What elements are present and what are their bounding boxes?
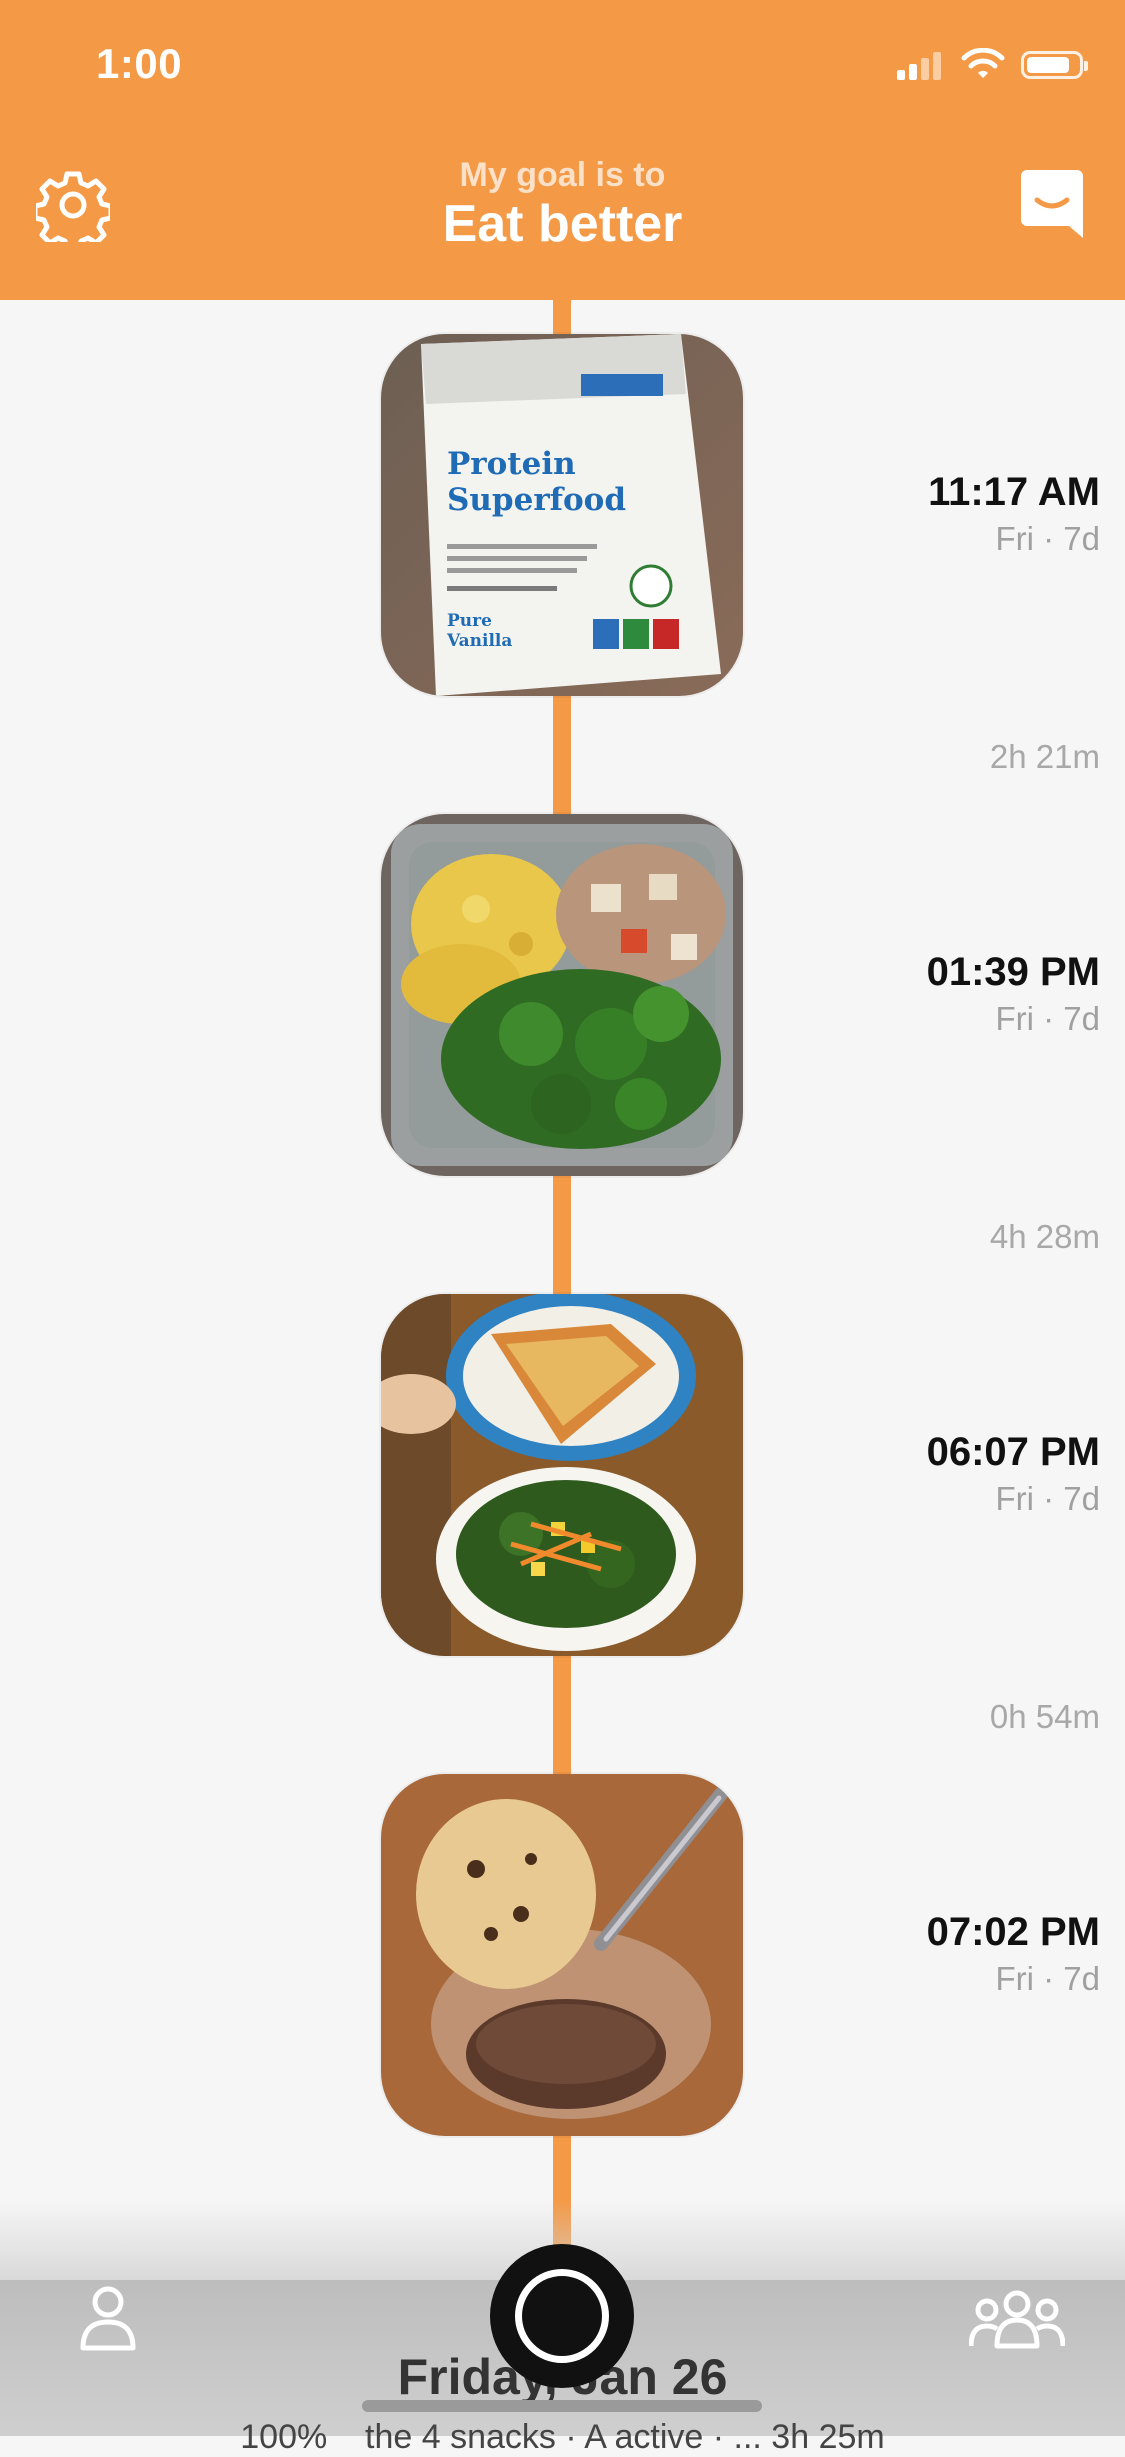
gap-duration: 4h 28m	[989, 1218, 1100, 1255]
pizza-salad-photo[interactable]	[381, 1294, 743, 1656]
packet-flavor-line1: Pure	[447, 611, 492, 631]
entry-time: 06:07 PM	[926, 1430, 1100, 1474]
signal-icon	[897, 50, 945, 80]
cookie-ice-cream-photo[interactable]	[381, 1774, 743, 2136]
gap-duration: 0h 54m	[989, 1698, 1100, 1735]
packet-title-line2: Superfood	[447, 482, 626, 518]
entry-time: 11:17 AM	[928, 470, 1100, 514]
status-icons	[897, 48, 1088, 82]
chat-icon[interactable]	[1019, 168, 1085, 240]
camera-shutter-button[interactable]	[490, 2244, 634, 2388]
eggs-broccoli-dish-photo[interactable]	[381, 814, 743, 1176]
camera-shutter-icon	[515, 2269, 609, 2363]
profile-icon[interactable]	[78, 2284, 138, 2354]
goal-caption: My goal is to	[459, 156, 666, 194]
goal-title[interactable]: Eat better	[0, 194, 1125, 254]
footer-summary: 100% the 4 snacks · A active · ... 3h 25…	[240, 2418, 885, 2456]
protein-superfood-packet-photo[interactable]: Protein Superfood Pure Vanilla	[381, 334, 743, 696]
community-icon[interactable]	[969, 2288, 1065, 2350]
packet-flavor-line2: Vanilla	[446, 631, 512, 651]
entry-time: 07:02 PM	[926, 1910, 1100, 1954]
entry-day: Fri · 7d	[995, 1960, 1100, 1997]
entry-day: Fri · 7d	[995, 1000, 1100, 1037]
battery-icon	[1021, 51, 1088, 79]
wifi-icon	[961, 48, 1005, 78]
header-wave	[0, 270, 1125, 287]
entry-day: Fri · 7d	[995, 1480, 1100, 1517]
entry-time: 01:39 PM	[926, 950, 1100, 994]
status-time: 1:00	[96, 40, 183, 87]
entry-day: Fri · 7d	[995, 520, 1100, 557]
home-indicator	[362, 2400, 762, 2412]
gap-duration: 2h 21m	[989, 738, 1100, 775]
packet-title-line1: Protein	[447, 446, 576, 482]
